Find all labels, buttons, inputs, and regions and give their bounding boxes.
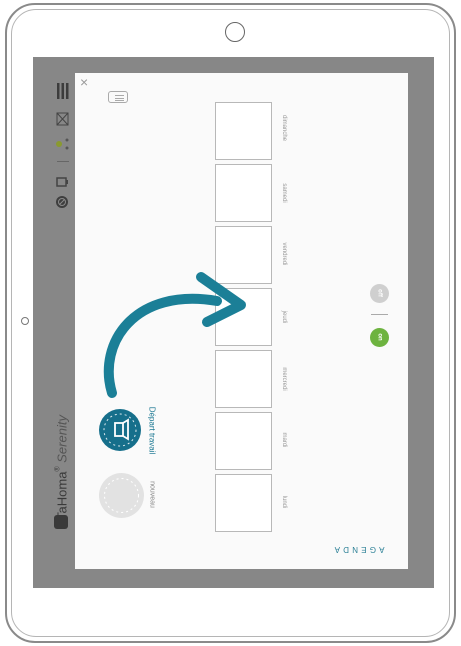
day-box-lundi[interactable]: [215, 474, 272, 532]
toggle-off-label: off: [376, 289, 383, 297]
new-scenario-label[interactable]: nouveau: [149, 470, 156, 520]
scenario-label-depart-travail[interactable]: Départ travail: [148, 396, 157, 466]
day-box-mardi[interactable]: [215, 412, 272, 470]
blocked-icon[interactable]: [55, 195, 69, 214]
brand-label: TaHoma® Serenity: [55, 403, 70, 533]
close-icon[interactable]: ×: [80, 75, 88, 89]
day-label-vendredi: vendredi: [281, 242, 287, 266]
network-icon[interactable]: [55, 136, 71, 157]
brand-sub: Serenity: [54, 415, 70, 463]
camera-icon: [225, 22, 245, 42]
new-scenario-icon[interactable]: [99, 473, 144, 518]
hamburger-icon[interactable]: [56, 82, 70, 103]
battery-icon[interactable]: [56, 175, 70, 193]
sidebar-divider: [57, 161, 69, 162]
shutter-icon: [103, 413, 137, 447]
drag-arrow-icon: [103, 272, 246, 398]
brand-reg: ®: [54, 466, 62, 472]
brand-name: TaHoma: [54, 471, 70, 520]
day-box-dimanche[interactable]: [215, 102, 272, 160]
day-label-jeudi: jeudi: [281, 310, 287, 324]
envelope-icon[interactable]: [56, 112, 70, 131]
toggle-on-label: on: [376, 333, 383, 341]
toggle-divider: [371, 314, 388, 315]
day-label-mercredi: mercredi: [281, 367, 287, 391]
day-label-lundi: lundi: [281, 495, 287, 509]
agenda-label: AGENDA: [331, 545, 385, 554]
day-label-dimanche: dimanche: [281, 114, 287, 141]
day-label-samedi: samedi: [281, 183, 287, 203]
list-icon[interactable]: [108, 91, 128, 103]
dashed-circle-icon: [104, 478, 139, 513]
scenario-icon-depart-travail[interactable]: [99, 409, 141, 451]
day-box-samedi[interactable]: [215, 164, 272, 222]
day-label-mardi: mardi: [281, 432, 287, 448]
home-button[interactable]: [21, 317, 29, 325]
